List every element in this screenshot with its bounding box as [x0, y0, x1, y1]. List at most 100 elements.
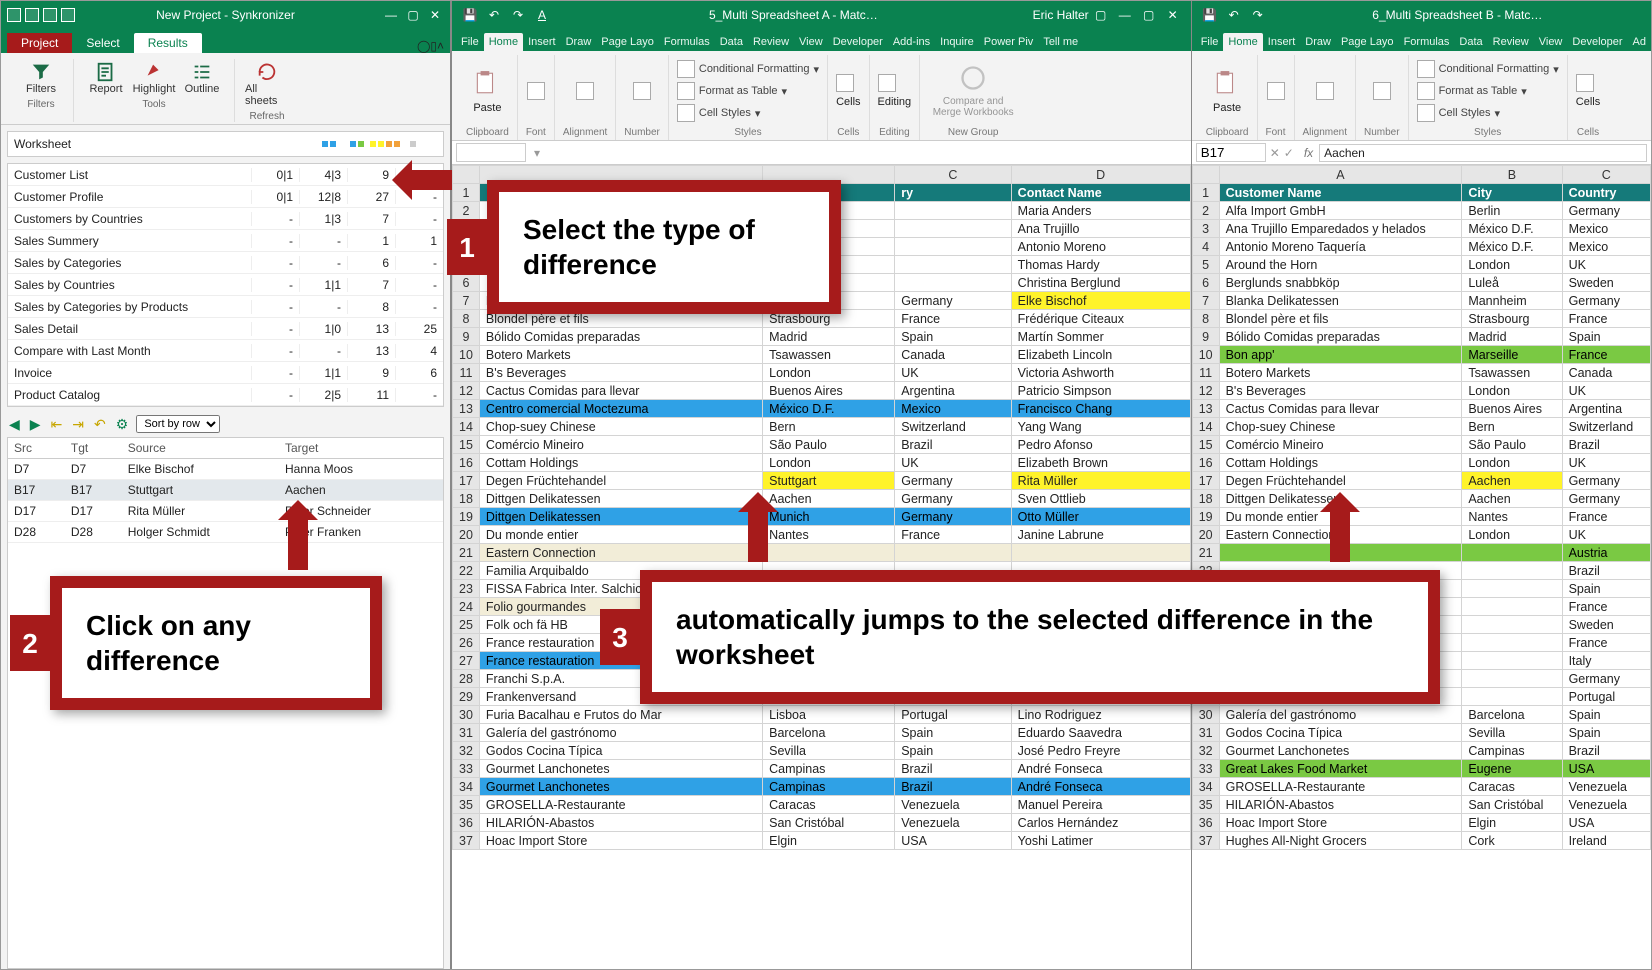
- menu-review[interactable]: Review: [1488, 33, 1534, 51]
- undo-icon[interactable]: ↶: [1225, 6, 1243, 24]
- menu-data[interactable]: Data: [1454, 33, 1487, 51]
- menu-developer[interactable]: Developer: [1567, 33, 1627, 51]
- maximize-icon[interactable]: ▢: [1140, 6, 1158, 24]
- worksheet-row[interactable]: Product Catalog-2|511-: [8, 384, 443, 406]
- alignment-group-icon[interactable]: [576, 82, 594, 100]
- worksheet-list[interactable]: Customer List0|14|39-Customer Profile0|1…: [7, 163, 444, 407]
- cells-group-icon[interactable]: [1576, 74, 1594, 92]
- layout-icon-3[interactable]: [61, 8, 75, 22]
- menu-draw[interactable]: Draw: [1300, 33, 1336, 51]
- diff-type-col-3[interactable]: [371, 141, 399, 147]
- menu-page-layo[interactable]: Page Layo: [596, 33, 659, 51]
- menu-file[interactable]: File: [456, 33, 484, 51]
- editing-group-icon[interactable]: [878, 74, 896, 92]
- redo-icon[interactable]: ↷: [1249, 6, 1267, 24]
- diff-row[interactable]: D17D17Rita MüllerPeter Schneider: [8, 501, 443, 522]
- all-sheets-button[interactable]: All sheets: [243, 59, 291, 109]
- menu-data[interactable]: Data: [715, 33, 748, 51]
- excel-b-grid[interactable]: ABC1Customer NameCityCountry2Alfa Import…: [1192, 165, 1651, 850]
- highlight-button[interactable]: Highlight: [130, 59, 178, 97]
- worksheet-row[interactable]: Sales by Countries-1|17-: [8, 274, 443, 296]
- menu-formulas[interactable]: Formulas: [659, 33, 715, 51]
- menu-insert[interactable]: Insert: [1263, 33, 1301, 51]
- menu-draw[interactable]: Draw: [561, 33, 597, 51]
- window-restore-icon[interactable]: ▢: [1092, 6, 1110, 24]
- format-as-table-button[interactable]: Format as Table ▾: [1417, 82, 1527, 100]
- fx-icon[interactable]: fx: [1298, 146, 1319, 160]
- gear-icon[interactable]: ⚙: [114, 416, 131, 433]
- menu-formulas[interactable]: Formulas: [1399, 33, 1455, 51]
- font-group-icon[interactable]: [527, 82, 545, 100]
- tab-results[interactable]: Results: [134, 33, 202, 53]
- diff-row[interactable]: D7D7Elke BischofHanna Moos: [8, 459, 443, 480]
- diff-row[interactable]: B17B17StuttgartAachen: [8, 480, 443, 501]
- menu-home[interactable]: Home: [1223, 33, 1262, 51]
- worksheet-row[interactable]: Sales Summery--11: [8, 230, 443, 252]
- menu-view[interactable]: View: [1534, 33, 1568, 51]
- menu-ad[interactable]: Ad: [1628, 33, 1651, 51]
- collapse-ribbon-icon[interactable]: ˄: [437, 39, 444, 53]
- transfer-left-icon[interactable]: ⇤: [49, 416, 65, 433]
- menu-inquire[interactable]: Inquire: [935, 33, 979, 51]
- conditional-formatting-button[interactable]: Conditional Formatting ▾: [1417, 60, 1559, 78]
- minimize-button[interactable]: —: [382, 8, 400, 22]
- cells-group-icon[interactable]: [836, 74, 854, 92]
- outline-button[interactable]: Outline: [178, 59, 226, 97]
- diff-type-col-1[interactable]: [315, 141, 343, 147]
- diff-type-col-4[interactable]: [399, 141, 427, 147]
- font-group-icon[interactable]: [1267, 82, 1285, 100]
- worksheet-row[interactable]: Customers by Countries-1|37-: [8, 208, 443, 230]
- menu-view[interactable]: View: [794, 33, 828, 51]
- close-button[interactable]: ✕: [426, 8, 444, 22]
- close-icon[interactable]: ✕: [1164, 6, 1182, 24]
- namebox-a[interactable]: [456, 143, 526, 162]
- layout-icon-2[interactable]: [43, 8, 57, 22]
- report-button[interactable]: Report: [82, 59, 130, 97]
- alignment-group-icon[interactable]: [1316, 82, 1334, 100]
- font-color-icon[interactable]: A: [533, 6, 551, 24]
- next-diff-icon[interactable]: ▶: [28, 416, 43, 433]
- menu-home[interactable]: Home: [484, 33, 523, 51]
- menu-power-piv[interactable]: Power Piv: [979, 33, 1039, 51]
- menu-file[interactable]: File: [1196, 33, 1224, 51]
- tab-select[interactable]: Select: [72, 33, 133, 53]
- filters-button[interactable]: Filters: [17, 59, 65, 97]
- menu-insert[interactable]: Insert: [523, 33, 561, 51]
- undo-icon[interactable]: ↶: [485, 6, 503, 24]
- worksheet-row[interactable]: Sales Detail-1|01325: [8, 318, 443, 340]
- number-group-icon[interactable]: [633, 82, 651, 100]
- namebox-b[interactable]: [1196, 143, 1266, 162]
- sort-select[interactable]: Sort by row: [136, 415, 220, 433]
- worksheet-row[interactable]: Customer Profile0|112|827-: [8, 186, 443, 208]
- prev-diff-icon[interactable]: ◀: [7, 416, 22, 433]
- cell-styles-button[interactable]: Cell Styles ▾: [1417, 104, 1501, 122]
- menu-add-ins[interactable]: Add-ins: [888, 33, 935, 51]
- namebox-dropdown-icon[interactable]: ▾: [530, 146, 544, 160]
- menu-page-layo[interactable]: Page Layo: [1336, 33, 1399, 51]
- worksheet-row[interactable]: Sales by Categories by Products--8-: [8, 296, 443, 318]
- undo-icon[interactable]: ↶: [92, 416, 108, 433]
- tab-project[interactable]: Project: [7, 33, 72, 53]
- cancel-icon[interactable]: ✕: [1270, 146, 1280, 160]
- diff-row[interactable]: D28D28Holger SchmidtPeter Franken: [8, 522, 443, 543]
- format-as-table-button[interactable]: Format as Table ▾: [677, 82, 787, 100]
- cell-styles-button[interactable]: Cell Styles ▾: [677, 104, 761, 122]
- conditional-formatting-button[interactable]: Conditional Formatting ▾: [677, 60, 819, 78]
- save-icon[interactable]: 💾: [461, 6, 479, 24]
- worksheet-row[interactable]: Invoice-1|196: [8, 362, 443, 384]
- menu-review[interactable]: Review: [748, 33, 794, 51]
- maximize-button[interactable]: ▢: [404, 8, 422, 22]
- menu-developer[interactable]: Developer: [828, 33, 888, 51]
- diff-type-col-2[interactable]: [343, 141, 371, 147]
- save-icon[interactable]: 💾: [1201, 6, 1219, 24]
- worksheet-row[interactable]: Compare with Last Month--134: [8, 340, 443, 362]
- menu-tell-me[interactable]: Tell me: [1038, 33, 1083, 51]
- transfer-right-icon[interactable]: ⇥: [70, 416, 86, 433]
- redo-icon[interactable]: ↷: [509, 6, 527, 24]
- paste-button[interactable]: [1213, 68, 1239, 98]
- worksheet-row[interactable]: Sales by Categories--6-: [8, 252, 443, 274]
- enter-icon[interactable]: ✓: [1280, 146, 1298, 160]
- minimize-icon[interactable]: —: [1116, 6, 1134, 24]
- worksheet-row[interactable]: Customer List0|14|39-: [8, 164, 443, 186]
- paste-button[interactable]: [473, 68, 499, 98]
